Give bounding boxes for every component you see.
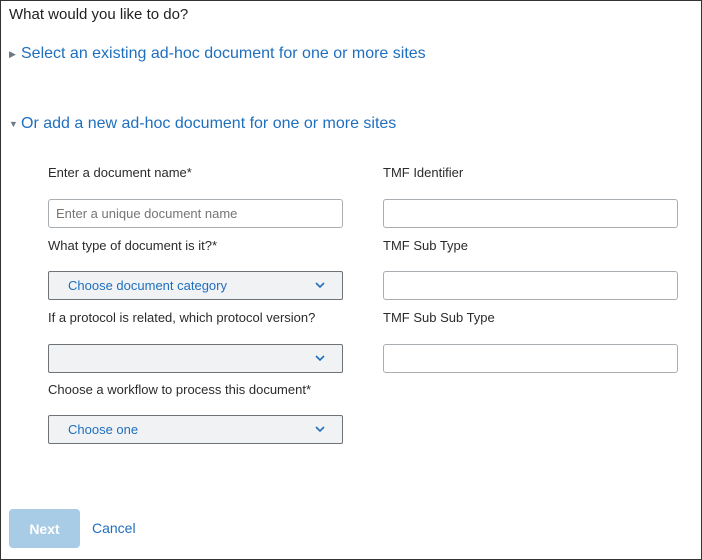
- workflow-select[interactable]: Choose one: [48, 415, 343, 444]
- triangle-right-icon: ▶: [9, 48, 16, 59]
- section-select-existing-label: Select an existing ad-hoc document for o…: [21, 45, 426, 62]
- document-category-value: Choose document category: [68, 278, 227, 293]
- tmf-identifier-input[interactable]: [383, 199, 678, 228]
- tmf-sub-sub-type-input[interactable]: [383, 344, 678, 373]
- dialog-frame: What would you like to do? ▶ Select an e…: [0, 0, 702, 560]
- chevron-down-icon: [315, 355, 325, 362]
- protocol-version-label: If a protocol is related, which protocol…: [48, 310, 316, 325]
- section-add-new-toggle[interactable]: ▼ Or add a new ad-hoc document for one o…: [9, 115, 396, 133]
- cancel-link[interactable]: Cancel: [92, 520, 136, 536]
- document-name-input[interactable]: [48, 199, 343, 228]
- page-title: What would you like to do?: [9, 6, 189, 23]
- document-name-label: Enter a document name*: [48, 165, 192, 180]
- triangle-down-icon: ▼: [9, 119, 18, 129]
- chevron-down-icon: [315, 426, 325, 433]
- protocol-version-select[interactable]: [48, 344, 343, 373]
- tmf-sub-type-label: TMF Sub Type: [383, 238, 469, 253]
- next-button[interactable]: Next: [9, 509, 80, 548]
- workflow-label: Choose a workflow to process this docume…: [48, 382, 312, 397]
- tmf-sub-sub-type-label: TMF Sub Sub Type: [383, 310, 495, 325]
- document-type-label: What type of document is it?*: [48, 238, 218, 253]
- section-select-existing-toggle[interactable]: ▶ Select an existing ad-hoc document for…: [9, 45, 426, 63]
- section-add-new-label: Or add a new ad-hoc document for one or …: [21, 115, 397, 132]
- tmf-sub-type-input[interactable]: [383, 271, 678, 300]
- workflow-value: Choose one: [68, 422, 139, 437]
- tmf-identifier-label: TMF Identifier: [383, 165, 464, 180]
- chevron-down-icon: [315, 282, 325, 289]
- document-category-select[interactable]: Choose document category: [48, 271, 343, 300]
